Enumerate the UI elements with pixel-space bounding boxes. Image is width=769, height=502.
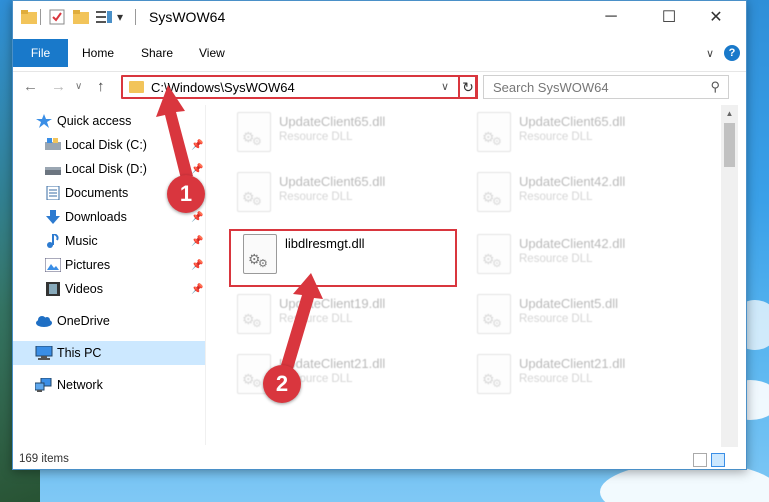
arrow-to-address-bar xyxy=(156,85,193,179)
tutorial-arrows xyxy=(156,85,323,369)
file-explorer-window: ▾ SysWOW64 ─ ☐ ✕ File Home Share View ∨ … xyxy=(12,0,747,470)
step-1-badge: 1 xyxy=(167,175,205,213)
step-2-badge: 2 xyxy=(263,365,301,403)
arrow-to-file xyxy=(281,273,323,369)
